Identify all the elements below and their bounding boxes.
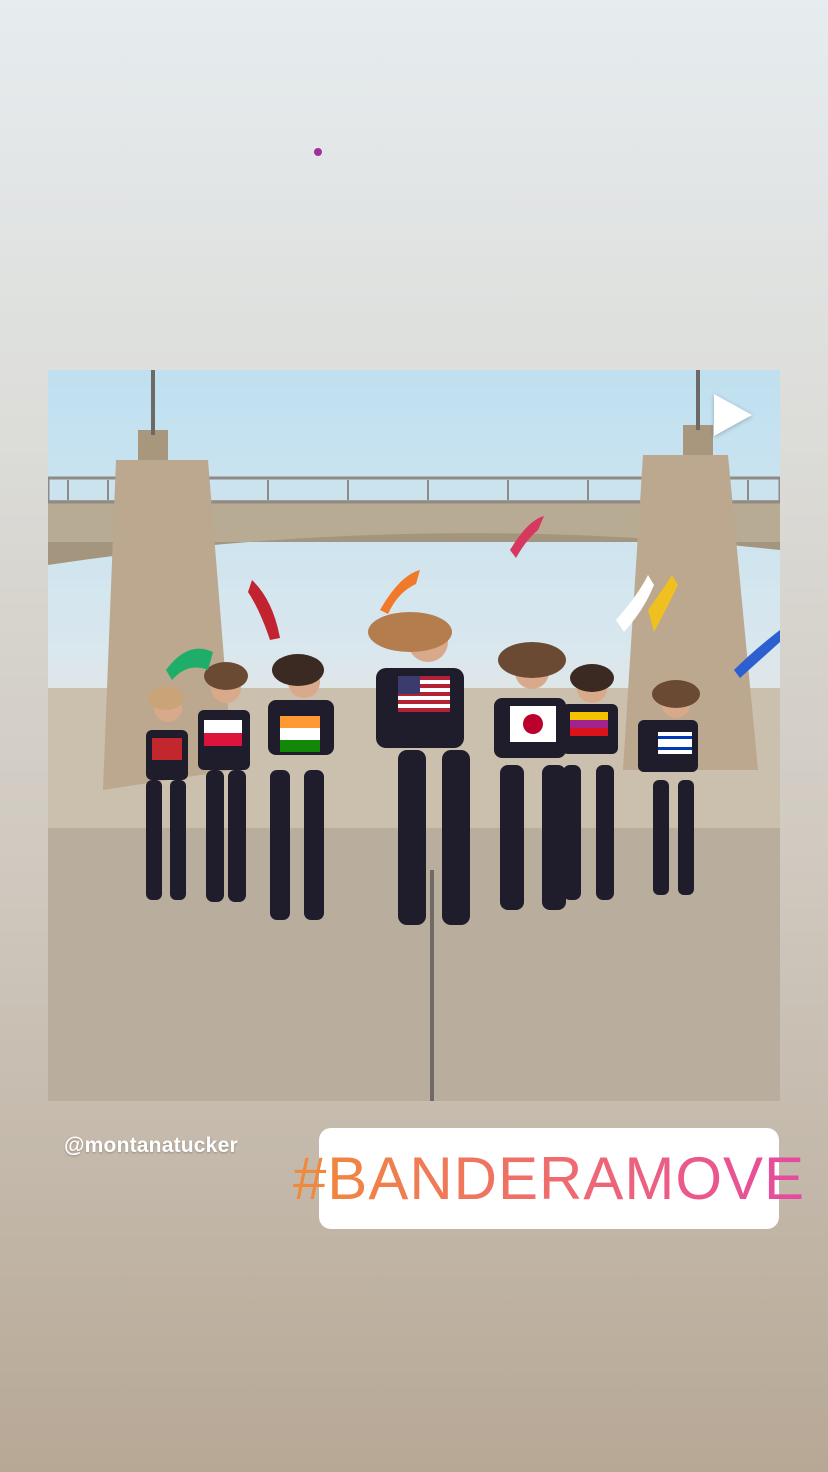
hashtag-text: #BANDERAMOVE (292, 1145, 806, 1212)
hashtag-sticker[interactable]: #BANDERAMOVE (293, 1128, 804, 1229)
sticker-dot (314, 148, 322, 156)
play-icon[interactable] (714, 394, 752, 436)
shared-post-media[interactable] (48, 370, 780, 1101)
dance-scene-illustration (48, 370, 780, 1101)
mention-sticker[interactable]: @montanatucker (64, 1134, 238, 1158)
